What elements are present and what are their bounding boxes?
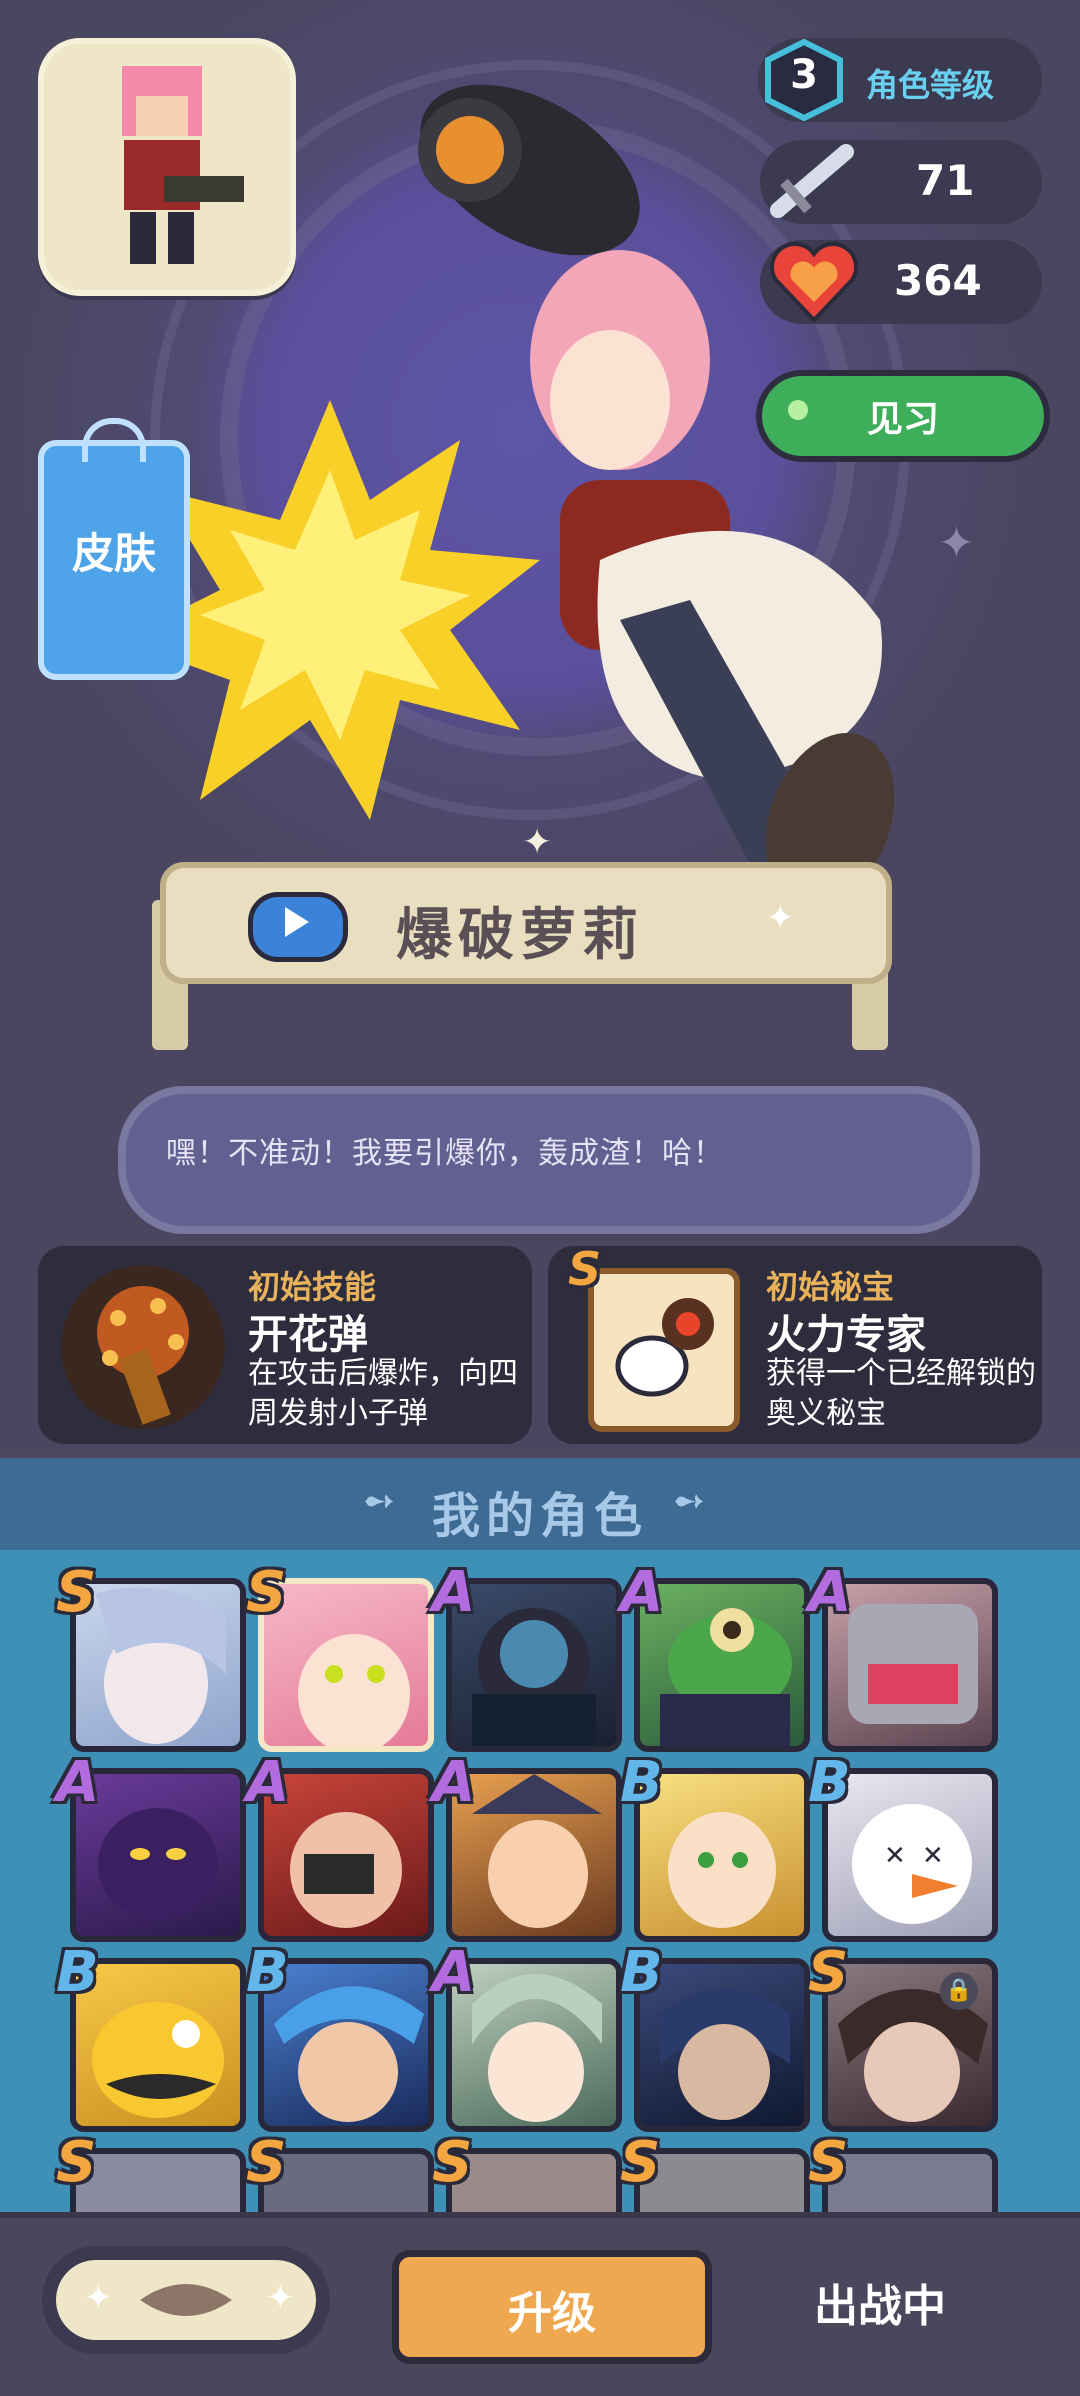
character-name-banner: 爆破萝莉 ✦ — [160, 862, 892, 984]
upgrade-button[interactable]: 升级 — [392, 2250, 712, 2364]
play-icon — [285, 907, 309, 937]
character-tile[interactable] — [70, 1578, 246, 1752]
lock-icon: 🔒 — [940, 1972, 978, 2010]
skill-name: 开花弹 — [248, 1312, 368, 1358]
character-portrait-icon: ✕ ✕ — [852, 1804, 972, 1924]
grade-badge: A — [620, 1560, 664, 1625]
treasure-description: 获得一个已经解锁的奥义秘宝 — [766, 1356, 1036, 1431]
character-portrait-icon — [472, 1974, 602, 2122]
character-tile-locked[interactable] — [634, 2148, 810, 2212]
grade-badge: B — [246, 1940, 289, 2005]
heart-icon — [770, 241, 858, 323]
treasure-grade-badge: S — [568, 1242, 602, 1296]
grade-badge: A — [246, 1750, 290, 1815]
character-portrait-icon — [98, 1808, 218, 1920]
trainee-status-button[interactable]: 见习 — [756, 370, 1050, 462]
leaf-emblem-icon — [140, 2284, 232, 2316]
svg-text:✕: ✕ — [922, 1841, 944, 1871]
character-tile-locked[interactable] — [446, 2148, 622, 2212]
roster-title: 我的角色 — [431, 1488, 648, 1544]
initial-skill-card[interactable]: 初始技能 开花弹 在攻击后爆炸，向四周发射小子弹 — [38, 1246, 532, 1444]
skin-switch-button[interactable]: ✦ ✦ — [42, 2246, 330, 2354]
level-value: 3 — [790, 52, 818, 98]
character-portrait-icon — [660, 1608, 792, 1746]
trainee-status-label: 见习 — [866, 399, 939, 440]
attack-value: 71 — [916, 156, 975, 205]
upgrade-button-label: 升级 — [508, 2288, 596, 2339]
treasure-name: 火力专家 — [766, 1312, 926, 1358]
quote-text: 嘿！不准动！我要引爆你，轰成渣！哈！ — [166, 1136, 724, 1171]
character-name: 爆破萝莉 — [396, 903, 644, 968]
sparkle-icon: ✦ — [938, 518, 975, 569]
grade-badge: S — [808, 2130, 849, 2195]
attack-stat: 71 — [760, 140, 1042, 224]
grade-badge: A — [432, 1940, 476, 2005]
voice-play-button[interactable] — [248, 892, 348, 962]
skin-button-label: 皮肤 — [71, 529, 156, 578]
sparkle-icon: ✦ — [84, 2278, 113, 2318]
arrow-right-decor-icon: ➻ — [672, 1478, 706, 1524]
character-portrait-icon — [848, 1604, 978, 1724]
svg-text:✕: ✕ — [884, 1841, 906, 1871]
character-quote: 嘿！不准动！我要引爆你，轰成渣！哈！ — [118, 1086, 980, 1234]
grade-badge: S — [246, 2130, 287, 2195]
skin-button[interactable]: 皮肤 — [38, 418, 190, 680]
skill-description: 在攻击后爆炸，向四周发射小子弹 — [248, 1356, 518, 1431]
grade-badge: B — [620, 1750, 663, 1815]
character-portrait-icon — [472, 1608, 596, 1746]
sword-icon — [770, 144, 854, 218]
grade-badge: S — [620, 2130, 661, 2195]
grade-badge: S — [808, 1940, 849, 2005]
grade-badge: A — [56, 1750, 100, 1815]
sparkle-icon: ✦ — [266, 2278, 295, 2318]
character-roster-grid: S S A A A A A A B ✕ ✕ B B B A B 🔒 S S S … — [0, 1550, 1080, 2212]
pixel-portrait[interactable] — [38, 38, 296, 296]
character-tile-locked[interactable] — [822, 2148, 998, 2212]
character-portrait-icon — [96, 1587, 226, 1744]
character-portrait-icon — [298, 1634, 410, 1746]
character-portrait-icon — [660, 1989, 790, 2120]
hp-value: 364 — [894, 256, 982, 305]
character-portrait-icon — [668, 1812, 776, 1928]
character-tile-locked[interactable]: 🔒 — [822, 1958, 998, 2132]
roster-header: ➻ 我的角色 ➻ — [0, 1458, 1080, 1550]
character-level: 3 角色等级 — [758, 38, 1042, 122]
character-tile-locked[interactable] — [70, 2148, 246, 2212]
hp-stat: 364 — [760, 240, 1042, 324]
grade-badge: S — [56, 1560, 97, 1625]
skin-switch-inner: ✦ ✦ — [56, 2260, 316, 2340]
skill-icon — [61, 1265, 225, 1429]
grade-badge: S — [246, 1560, 287, 1625]
pixel-character-icon — [122, 66, 244, 264]
grade-badge: S — [432, 2130, 473, 2195]
level-label: 角色等级 — [866, 66, 995, 104]
grade-badge: A — [432, 1750, 476, 1815]
deployed-status[interactable]: 出战中 — [760, 2270, 1000, 2334]
character-portrait-icon — [472, 1774, 602, 1928]
grade-badge: A — [432, 1560, 476, 1625]
character-portrait-icon — [92, 2002, 224, 2118]
treasure-icon — [615, 1298, 714, 1397]
grade-badge: B — [56, 1940, 99, 2005]
grade-badge: B — [620, 1940, 663, 2005]
sparkle-icon: ✦ — [766, 898, 795, 938]
initial-treasure-card[interactable]: S 初始秘宝 火力专家 获得一个已经解锁的奥义秘宝 — [548, 1242, 1042, 1444]
grade-badge: A — [808, 1560, 852, 1625]
treasure-icon-frame — [588, 1268, 740, 1432]
sparkle-icon: ✦ — [522, 822, 553, 863]
grade-badge: B — [808, 1750, 851, 1815]
grade-badge: S — [56, 2130, 97, 2195]
